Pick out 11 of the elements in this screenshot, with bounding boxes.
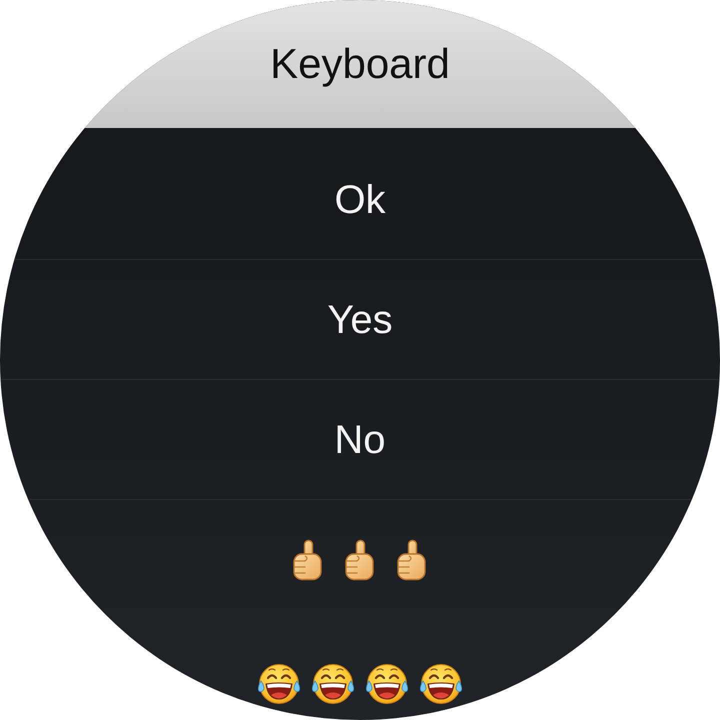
reply-option[interactable]: No — [0, 380, 720, 500]
thumbs-up-icon — [344, 539, 376, 581]
laughing-face-with-tears-icon — [418, 662, 464, 706]
laughing-face-with-tears-icon — [364, 662, 410, 706]
header-title: Keyboard — [270, 43, 450, 85]
thumbs-up-icon — [396, 539, 428, 581]
laughing-face-with-tears-icon — [256, 662, 302, 706]
reply-option[interactable]: Yes — [0, 260, 720, 380]
reply-option[interactable]: Ok — [0, 128, 720, 260]
laughing-face-with-tears-icon — [310, 662, 356, 706]
thumbs-up-icon — [292, 539, 324, 581]
